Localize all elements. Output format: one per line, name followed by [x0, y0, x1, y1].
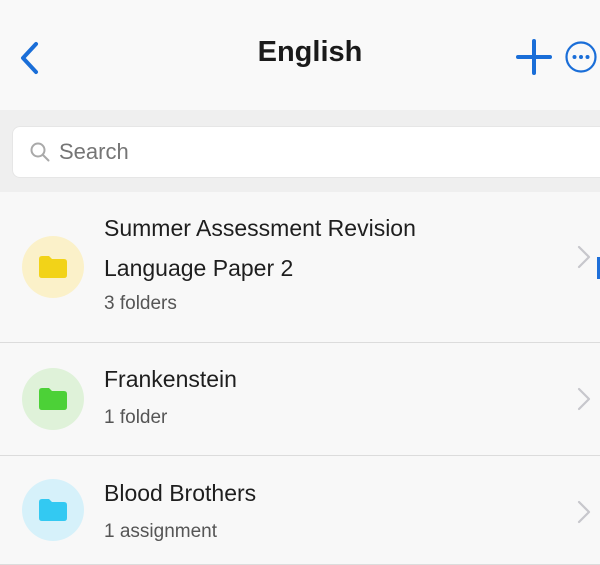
folder-icon [39, 388, 67, 410]
navigation-bar: English [0, 0, 600, 110]
item-subtitle: 1 assignment [104, 521, 218, 542]
search-field[interactable] [12, 126, 600, 178]
search-bar-container [0, 110, 600, 192]
plus-icon[interactable] [515, 38, 553, 76]
list-item[interactable]: Summer Assessment Revision Language Pape… [0, 192, 600, 343]
item-subtitle: 3 folders [104, 293, 177, 314]
search-icon [30, 142, 50, 162]
list-item[interactable]: Frankenstein 1 folder [0, 343, 600, 456]
item-title: Blood Brothers [104, 480, 257, 506]
item-title-line-1: Summer Assessment Revision [104, 215, 416, 241]
folder-icon [39, 256, 67, 278]
search-input[interactable] [57, 138, 541, 166]
folder-avatar [22, 368, 84, 430]
folder-avatar [22, 236, 84, 298]
folder-list: Summer Assessment Revision Language Pape… [0, 192, 600, 565]
item-title: Frankenstein [104, 366, 237, 392]
folder-icon [39, 499, 67, 521]
item-subtitle: 1 folder [104, 407, 168, 428]
list-item[interactable]: Blood Brothers 1 assignment [0, 456, 600, 565]
page-title: English [257, 36, 363, 68]
chevron-right-icon [577, 245, 591, 269]
folder-avatar [22, 479, 84, 541]
chevron-right-icon [577, 387, 591, 411]
item-title-line-2: Language Paper 2 [104, 255, 294, 281]
chevron-right-icon [577, 500, 591, 524]
ellipsis-circle-icon[interactable] [564, 40, 598, 74]
